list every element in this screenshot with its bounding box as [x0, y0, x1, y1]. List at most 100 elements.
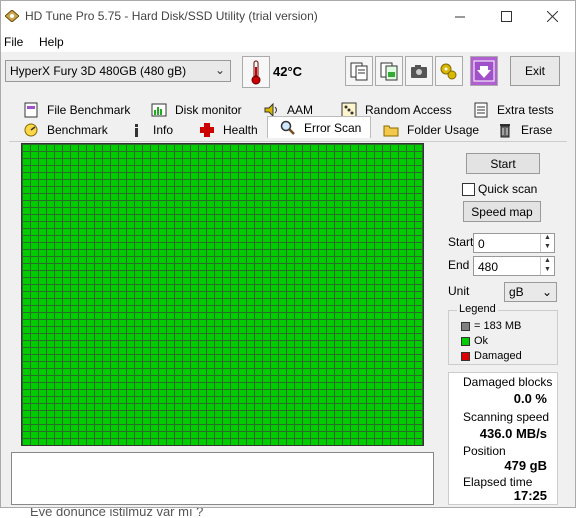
scanning-speed-label: Scanning speed — [463, 410, 550, 424]
menu-bar: File Help — [1, 32, 575, 52]
copy-text-icon — [350, 62, 368, 81]
start-field-label: Start — [448, 235, 474, 249]
legend-item-damaged: Damaged — [461, 350, 522, 362]
title-bar: HD Tune Pro 5.75 - Hard Disk/SSD Utility… — [1, 1, 575, 32]
magnifier-icon — [280, 120, 296, 136]
tab-folder-usage[interactable]: Folder Usage — [383, 120, 479, 140]
tab-info[interactable]: Info — [129, 120, 173, 140]
quick-scan-label: Quick scan — [478, 182, 538, 196]
background-chat-text: Eve dönünce istilmuz var mı ? — [30, 508, 204, 518]
scan-stats: Damaged blocks 0.0 % Scanning speed 436.… — [448, 372, 558, 505]
download-arrow-icon — [473, 60, 495, 82]
tab-label: Folder Usage — [407, 123, 480, 137]
legend-label: Damaged — [474, 350, 522, 362]
tab-label: Error Scan — [304, 120, 362, 135]
close-icon — [546, 11, 558, 22]
legend-swatch-gray — [461, 321, 470, 331]
start-button[interactable]: Start — [466, 153, 540, 174]
tab-label: Random Access — [365, 103, 452, 117]
tab-label: File Benchmark — [47, 103, 131, 117]
gears-icon — [440, 63, 457, 80]
hd-tune-window: HD Tune Pro 5.75 - Hard Disk/SSD Utility… — [0, 0, 576, 508]
maximize-icon — [500, 11, 512, 22]
damaged-blocks-value: 0.0 % — [513, 391, 547, 406]
legend-item-ok: Ok — [461, 335, 488, 347]
thermometer-icon — [242, 56, 270, 88]
position-value: 479 gB — [504, 458, 547, 473]
elapsed-time-label: Elapsed time — [463, 475, 533, 489]
hdtune-app-icon — [5, 10, 19, 22]
tab-error-scan[interactable]: Error Scan — [267, 116, 371, 138]
tab-benchmark[interactable]: Benchmark — [23, 120, 108, 140]
close-button[interactable] — [529, 1, 575, 32]
menu-help[interactable]: Help — [39, 35, 64, 49]
unit-label: Unit — [448, 284, 470, 298]
temperature-readout: 42°C — [273, 64, 303, 79]
unit-select[interactable]: gB ⌄ — [504, 282, 557, 302]
quick-scan-option[interactable]: Quick scan — [462, 182, 537, 196]
trash-icon — [497, 122, 513, 138]
toolbar: HyperX Fury 3D 480GB (480 gB) ⌄ 42°C Exi… — [1, 52, 575, 92]
tab-label: Disk monitor — [175, 103, 242, 117]
start-spin-arrows[interactable]: ▲ ▼ — [540, 234, 554, 252]
tab-erase[interactable]: Erase — [497, 120, 552, 140]
screenshot-button[interactable] — [405, 56, 433, 86]
position-label: Position — [463, 444, 506, 458]
damaged-blocks-label: Damaged blocks — [463, 375, 553, 389]
end-spin-arrows[interactable]: ▲ ▼ — [540, 257, 554, 275]
spin-down-icon[interactable]: ▼ — [544, 266, 551, 273]
legend-item-block-size: = 183 MB — [461, 320, 521, 332]
speed-map-button[interactable]: Speed map — [463, 201, 541, 222]
background-content: Eve dönünce istilmuz var mı ? — [0, 508, 576, 518]
window-title: HD Tune Pro 5.75 - Hard Disk/SSD Utility… — [25, 9, 318, 23]
file-benchmark-icon — [23, 102, 39, 118]
tab-health[interactable]: Health — [199, 120, 258, 140]
end-spinbox[interactable]: 480 ▲ ▼ — [473, 256, 555, 276]
minimize-button[interactable] — [437, 1, 483, 32]
quick-scan-checkbox[interactable] — [462, 182, 475, 196]
legend: Legend = 183 MB Ok Damaged — [448, 303, 558, 365]
tab-label: Info — [153, 123, 174, 137]
tab-extra-tests[interactable]: Extra tests — [473, 100, 554, 120]
start-value: 0 — [478, 237, 485, 251]
maximize-button[interactable] — [483, 1, 529, 32]
scanning-speed-value: 436.0 MB/s — [479, 426, 547, 441]
scan-block-map — [21, 143, 424, 446]
tab-label: Extra tests — [497, 103, 554, 117]
exit-button[interactable]: Exit — [510, 56, 560, 86]
tab-label: Erase — [521, 123, 553, 137]
camera-icon — [411, 65, 427, 78]
spin-up-icon[interactable]: ▲ — [544, 257, 551, 264]
tab-label: AAM — [287, 103, 314, 117]
save-button[interactable] — [470, 56, 498, 86]
legend-label: Ok — [474, 335, 489, 347]
spin-up-icon[interactable]: ▲ — [544, 234, 551, 241]
minimize-icon — [454, 16, 465, 18]
scan-log-box — [11, 452, 434, 505]
extra-tests-icon — [473, 102, 489, 118]
elapsed-time-value: 17:25 — [513, 488, 547, 503]
folder-icon — [383, 122, 399, 138]
disk-monitor-icon — [151, 102, 167, 118]
menu-file[interactable]: File — [4, 35, 23, 49]
legend-swatch-red — [461, 351, 470, 361]
end-field-label: End — [448, 258, 470, 272]
drive-select[interactable]: HyperX Fury 3D 480GB (480 gB) ⌄ — [5, 60, 231, 82]
legend-title: Legend — [457, 303, 498, 315]
legend-label: = 183 MB — [474, 320, 522, 332]
copy-text-button[interactable] — [345, 56, 373, 86]
chevron-down-icon: ⌄ — [214, 63, 225, 77]
health-cross-icon — [199, 122, 215, 138]
spin-down-icon[interactable]: ▼ — [544, 243, 551, 250]
unit-value: gB — [509, 285, 524, 299]
options-button[interactable] — [435, 56, 463, 86]
copy-image-icon — [380, 62, 398, 81]
tab-label: Benchmark — [47, 123, 108, 137]
tab-disk-monitor[interactable]: Disk monitor — [151, 100, 242, 120]
start-spinbox[interactable]: 0 ▲ ▼ — [473, 233, 555, 253]
drive-select-value: HyperX Fury 3D 480GB (480 gB) — [10, 64, 187, 78]
tab-label: Health — [223, 123, 258, 137]
copy-screenshot-button[interactable] — [375, 56, 403, 86]
tab-file-benchmark[interactable]: File Benchmark — [23, 100, 130, 120]
benchmark-icon — [23, 122, 39, 138]
